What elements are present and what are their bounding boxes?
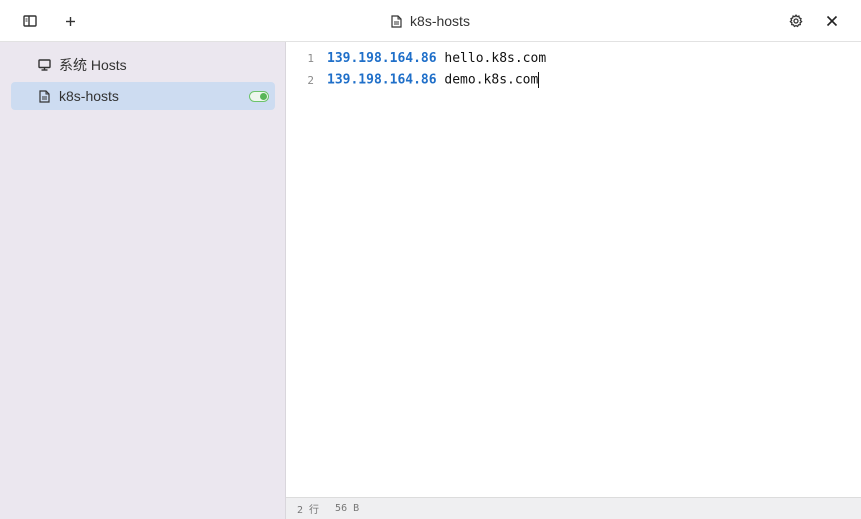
sidebar-item-label: k8s-hosts <box>59 88 119 104</box>
enable-toggle[interactable] <box>249 91 269 102</box>
window-title: k8s-hosts <box>0 0 861 42</box>
toggle-sidebar-button[interactable] <box>15 6 45 36</box>
add-hosts-button[interactable] <box>55 6 85 36</box>
file-size: 56 B <box>335 503 360 514</box>
plus-icon <box>65 16 76 27</box>
hosts-editor[interactable]: 1 139.198.164.86 hello.k8s.com 2 139.198… <box>286 42 861 497</box>
hostname: hello.k8s.com <box>436 50 547 66</box>
sidebar-item-label: 系统 Hosts <box>59 57 127 73</box>
line-content[interactable]: 139.198.164.86 demo.k8s.com <box>327 72 540 88</box>
status-bar: 2 行 56 B <box>286 497 861 519</box>
sidebar: 系统 Hosts k8s-hosts <box>0 42 286 519</box>
gear-icon <box>789 14 803 28</box>
title-bar: k8s-hosts <box>0 0 861 42</box>
sidebar-item-k8s-hosts[interactable]: k8s-hosts <box>11 82 275 110</box>
line-content[interactable]: 139.198.164.86 hello.k8s.com <box>327 51 546 66</box>
editor-line: 2 139.198.164.86 demo.k8s.com <box>286 69 540 91</box>
sidebar-toggle-icon <box>23 15 37 27</box>
toggle-knob <box>260 93 267 100</box>
line-count: 2 行 <box>297 505 320 516</box>
hostname: demo.k8s.com <box>436 72 539 88</box>
monitor-icon <box>37 58 51 72</box>
ip-address: 139.198.164.86 <box>327 50 437 66</box>
settings-button[interactable] <box>781 6 811 36</box>
app-window: k8s-hosts 系统 Hosts k8s-hosts 1 139.198.1… <box>0 0 861 519</box>
text-cursor <box>538 72 540 88</box>
editor-line: 1 139.198.164.86 hello.k8s.com <box>286 47 546 69</box>
file-icon <box>391 14 402 28</box>
sidebar-item-system-hosts[interactable]: 系统 Hosts <box>11 51 275 79</box>
line-number: 2 <box>307 73 314 87</box>
close-icon <box>826 15 838 27</box>
window-title-text: k8s-hosts <box>410 13 470 29</box>
ip-address: 139.198.164.86 <box>327 72 437 88</box>
close-button[interactable] <box>817 6 847 36</box>
file-icon <box>37 89 51 103</box>
line-number: 1 <box>307 51 314 65</box>
